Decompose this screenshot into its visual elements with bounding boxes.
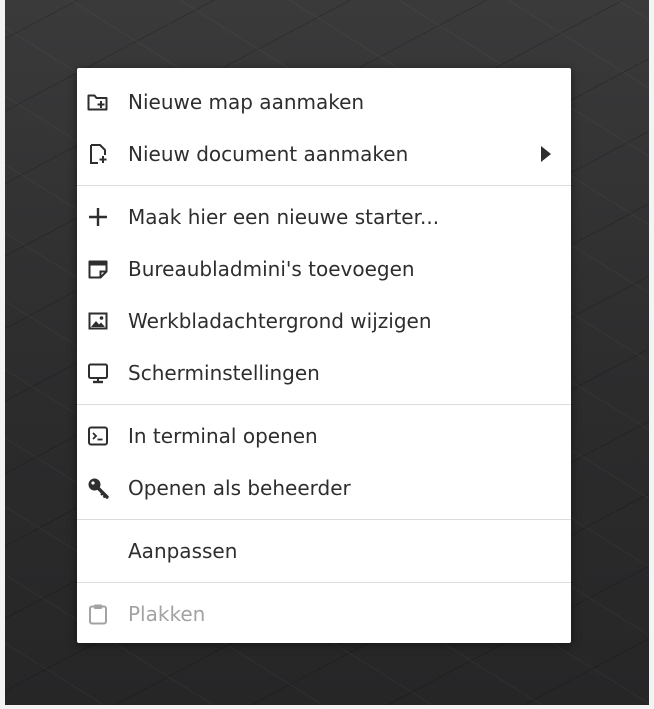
menu-item-new-document[interactable]: Nieuw document aanmaken	[77, 128, 571, 180]
menu-item-label: Aanpassen	[128, 539, 238, 563]
menu-item-open-terminal[interactable]: In terminal openen	[77, 410, 571, 462]
menu-item-label: Scherminstellingen	[128, 361, 320, 385]
clipboard-icon	[86, 602, 110, 626]
menu-separator	[77, 404, 571, 405]
menu-item-label: Werkbladachtergrond wijzigen	[128, 309, 432, 333]
menu-separator	[77, 185, 571, 186]
menu-separator	[77, 582, 571, 583]
menu-item-customize[interactable]: Aanpassen	[77, 525, 571, 577]
context-menu: Nieuwe map aanmaken Nieuw document aanma…	[77, 68, 571, 643]
menu-item-paste[interactable]: Plakken	[77, 588, 571, 640]
menu-item-open-as-root[interactable]: Openen als beheerder	[77, 462, 571, 514]
monitor-icon	[86, 361, 110, 385]
menu-item-change-background[interactable]: Werkbladachtergrond wijzigen	[77, 295, 571, 347]
terminal-icon	[86, 424, 110, 448]
menu-item-label: Nieuw document aanmaken	[128, 142, 409, 166]
menu-item-display-settings[interactable]: Scherminstellingen	[77, 347, 571, 399]
menu-item-add-desklets[interactable]: Bureaubladmini's toevoegen	[77, 243, 571, 295]
folder-new-icon	[86, 90, 110, 114]
sticky-note-icon	[86, 257, 110, 281]
menu-item-label: Nieuwe map aanmaken	[128, 90, 365, 114]
menu-separator	[77, 519, 571, 520]
plus-icon	[86, 205, 110, 229]
menu-item-label: Maak hier een nieuwe starter...	[128, 205, 440, 229]
menu-item-label: Openen als beheerder	[128, 476, 351, 500]
menu-item-label: Bureaubladmini's toevoegen	[128, 257, 415, 281]
submenu-arrow-icon	[541, 146, 551, 162]
document-new-icon	[86, 142, 110, 166]
menu-item-label: In terminal openen	[128, 424, 318, 448]
image-icon	[86, 309, 110, 333]
menu-item-new-launcher[interactable]: Maak hier een nieuwe starter...	[77, 191, 571, 243]
menu-item-new-folder[interactable]: Nieuwe map aanmaken	[77, 76, 571, 128]
menu-item-label: Plakken	[128, 602, 206, 626]
key-icon	[86, 476, 110, 500]
